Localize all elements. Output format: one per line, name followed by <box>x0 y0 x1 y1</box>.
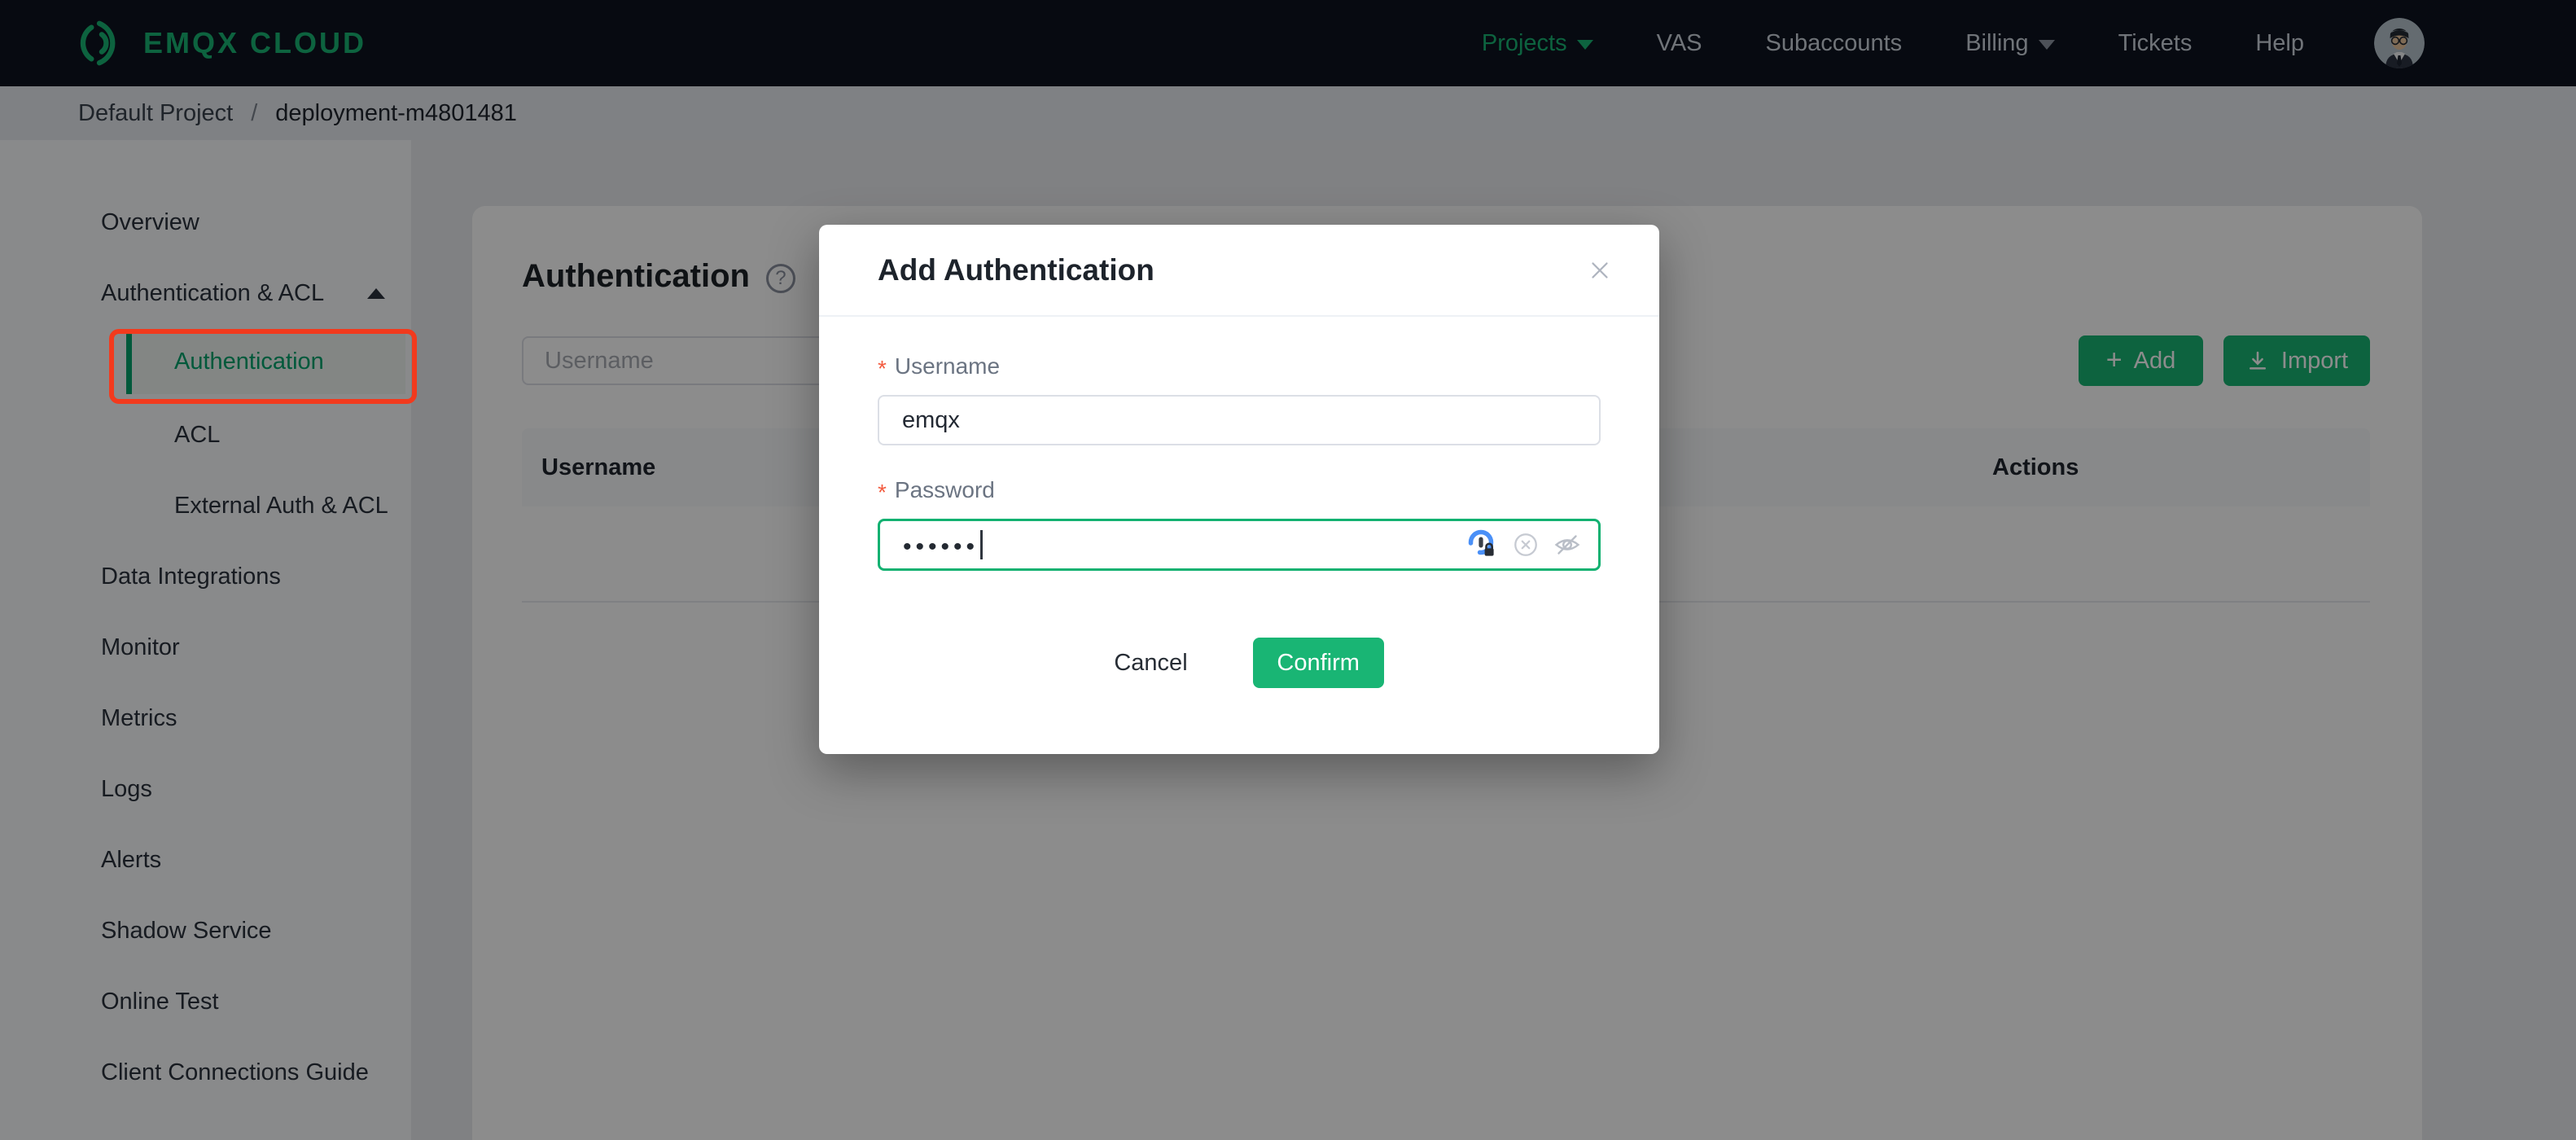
text-cursor <box>980 530 984 559</box>
dialog-username-input[interactable] <box>878 395 1601 445</box>
username-field-label: Username <box>894 353 1001 379</box>
password-field-label: Password <box>894 477 995 502</box>
required-asterisk: * <box>878 356 887 381</box>
confirm-button[interactable]: Confirm <box>1252 638 1384 688</box>
cancel-button[interactable]: Cancel <box>1094 638 1207 688</box>
toggle-password-visibility-icon[interactable] <box>1553 530 1582 559</box>
dialog-password-input[interactable]: •••••• <box>878 519 1601 571</box>
close-icon[interactable] <box>1586 256 1614 284</box>
required-asterisk: * <box>878 480 887 505</box>
dialog-title: Add Authentication <box>878 252 1154 287</box>
clear-input-icon[interactable] <box>1512 531 1540 559</box>
add-authentication-dialog: Add Authentication * Username * Password… <box>819 225 1659 754</box>
password-manager-icon[interactable] <box>1466 528 1499 561</box>
password-masked-value: •••••• <box>903 533 979 560</box>
